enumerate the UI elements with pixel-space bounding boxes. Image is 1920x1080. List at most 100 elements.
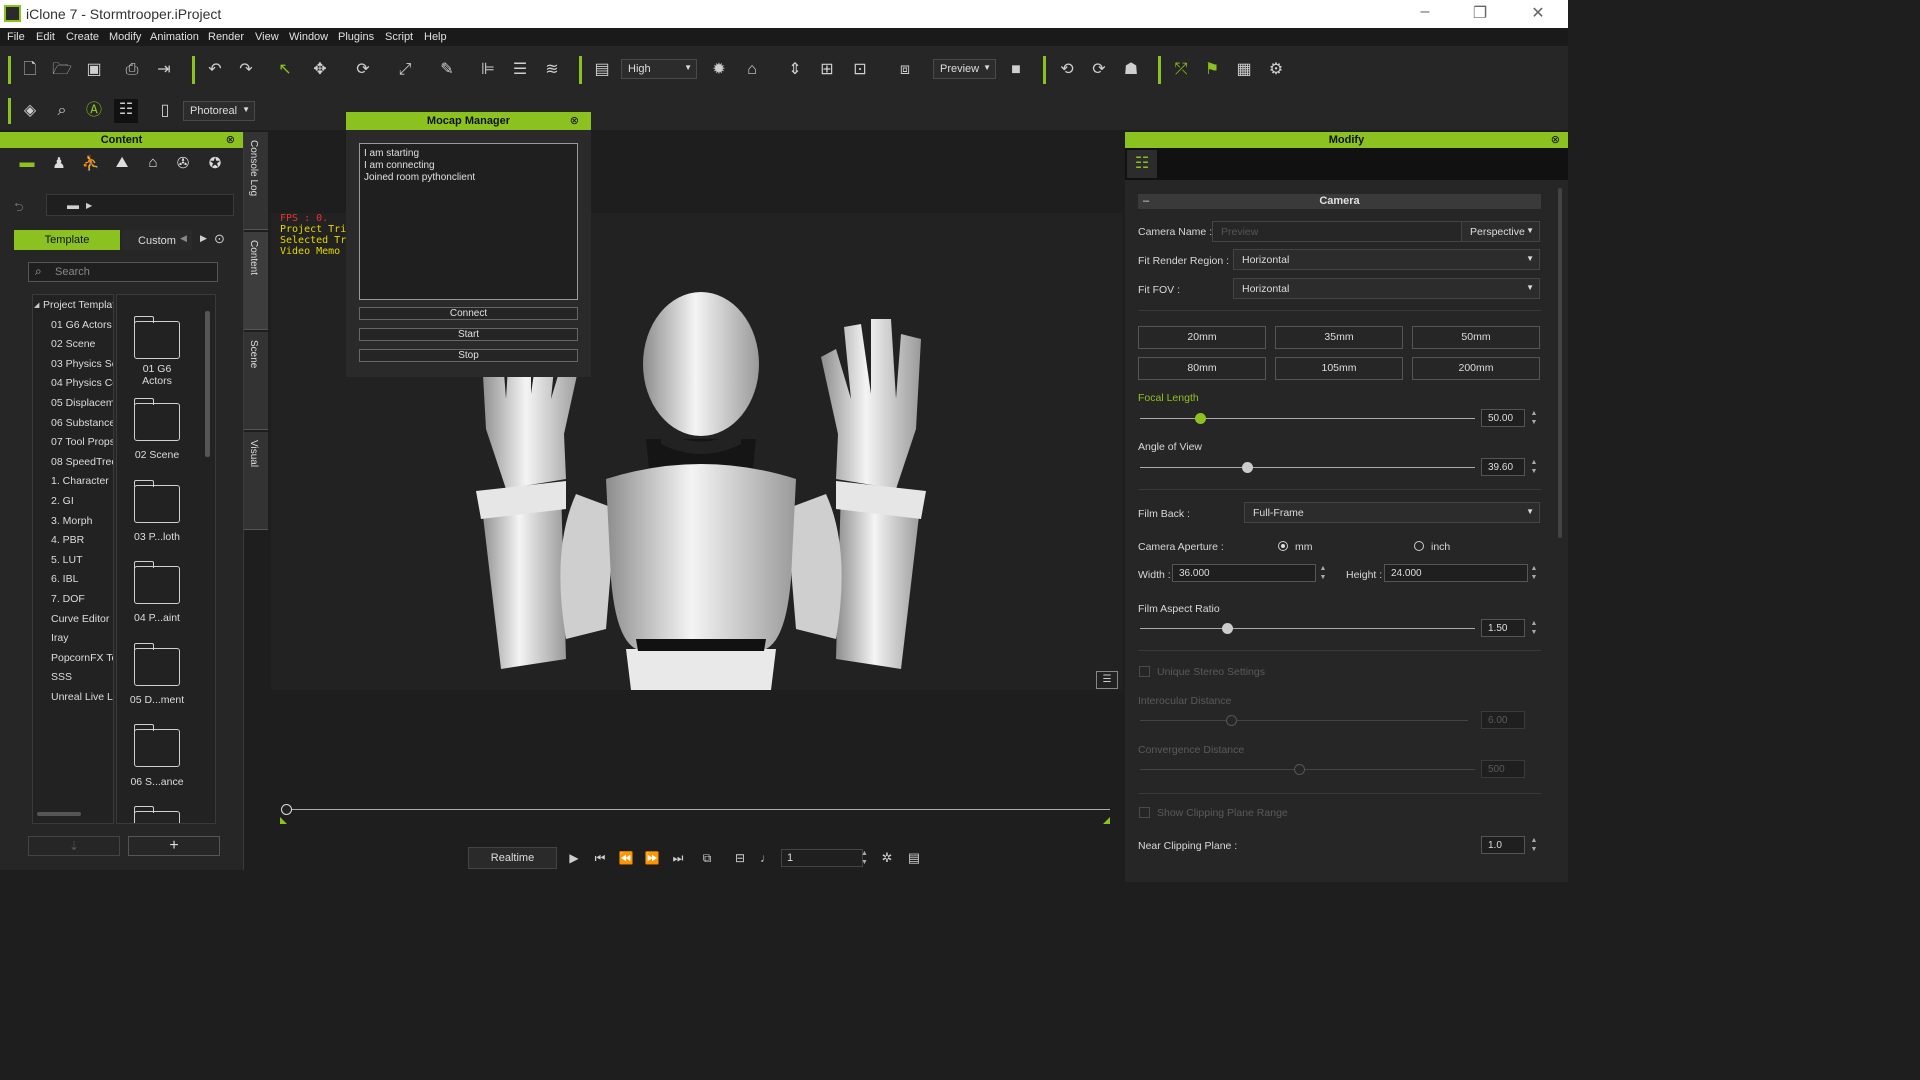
focal-length-input[interactable]: 50.00 xyxy=(1481,409,1525,427)
thumb-scrollbar[interactable] xyxy=(205,311,210,457)
menu-render[interactable]: Render xyxy=(208,31,244,43)
tree-item[interactable]: 04 Physics Cc xyxy=(51,377,113,389)
folder-icon[interactable] xyxy=(134,724,180,767)
slider-knob[interactable] xyxy=(1226,715,1237,726)
tree-item[interactable]: 3. Morph xyxy=(51,515,92,527)
tree-item[interactable]: SSS xyxy=(51,671,72,683)
tree-item[interactable]: 7. DOF xyxy=(51,593,85,605)
video-camera-icon[interactable]: ■ xyxy=(1005,59,1027,81)
stepper-icon[interactable]: ▲ ▼ xyxy=(1529,564,1539,582)
actor-icon[interactable]: ♟ xyxy=(48,154,70,174)
start-button[interactable]: Start xyxy=(359,328,578,341)
export-icon[interactable]: ⇥ xyxy=(153,59,175,81)
align-icon[interactable]: ⊫ xyxy=(477,59,499,81)
tree-item[interactable]: Curve Editor xyxy=(51,613,109,625)
settings-icon[interactable]: ✲ xyxy=(876,847,898,869)
lens-200mm-button[interactable]: 200mm xyxy=(1412,357,1540,380)
clipping-range-checkbox[interactable] xyxy=(1139,807,1150,818)
slider-knob[interactable] xyxy=(1222,623,1234,634)
modify-scrollbar[interactable] xyxy=(1558,188,1562,538)
tree-item[interactable]: PopcornFX To xyxy=(51,652,113,664)
tab-content[interactable]: Content xyxy=(244,232,268,330)
angle-of-view-slider[interactable] xyxy=(1140,462,1475,473)
stage-icon[interactable]: ⛰ xyxy=(111,154,133,174)
range-end-marker[interactable] xyxy=(1103,817,1110,824)
layout-icon[interactable]: ▤ xyxy=(591,59,613,81)
timeline-icon[interactable]: ▯ xyxy=(154,100,176,122)
tree-item[interactable]: 02 Scene xyxy=(51,338,95,350)
range-start-marker[interactable] xyxy=(280,817,287,824)
film-aspect-slider[interactable] xyxy=(1140,623,1475,634)
menu-window[interactable]: Window xyxy=(289,31,328,43)
connect-button[interactable]: Connect xyxy=(359,307,578,320)
skeleton-icon[interactable]: ☗ xyxy=(1120,59,1142,81)
quality-dropdown[interactable]: High ▼ xyxy=(621,59,697,79)
folder-icon[interactable] xyxy=(134,561,180,604)
close-icon[interactable]: ⊗ xyxy=(1551,132,1560,148)
close-icon[interactable]: ⊗ xyxy=(570,112,579,130)
loop-icon[interactable]: ⧉ xyxy=(696,847,718,869)
previous-frame-icon[interactable]: ⏪ xyxy=(615,847,637,869)
tree-item[interactable]: 6. IBL xyxy=(51,573,78,585)
media-icon[interactable]: ✇ xyxy=(172,154,194,174)
realtime-dropdown[interactable]: Realtime xyxy=(468,847,557,869)
slider-knob[interactable] xyxy=(1294,764,1305,775)
viewport-menu-icon[interactable]: ☰ xyxy=(1096,671,1118,689)
close-icon[interactable]: ✕ xyxy=(1523,3,1553,23)
select-arrow-icon[interactable]: ↖ xyxy=(274,59,296,81)
convergence-input[interactable]: 500 xyxy=(1481,760,1525,778)
add-button[interactable]: + xyxy=(128,836,220,856)
tree-item[interactable]: 2. GI xyxy=(51,495,74,507)
frame-icon[interactable]: ⧈ xyxy=(894,59,916,81)
settings-link-icon[interactable]: ⚙ xyxy=(1265,59,1287,81)
ik-icon[interactable]: ⟲ xyxy=(1056,59,1078,81)
go-to-start-icon[interactable]: ⏮ xyxy=(589,847,611,869)
menu-help[interactable]: Help xyxy=(424,31,447,43)
tree-item[interactable]: 07 Tool Props xyxy=(51,436,113,448)
fit-render-dropdown[interactable]: Horizontal ▼ xyxy=(1233,249,1540,270)
back-icon[interactable]: ⮌ xyxy=(14,198,24,219)
move-icon[interactable]: ✥ xyxy=(309,59,331,81)
menu-create[interactable]: Create xyxy=(66,31,99,43)
pick-parent-icon[interactable]: ✎ xyxy=(436,59,458,81)
menu-view[interactable]: View xyxy=(255,31,279,43)
camera-view-icon[interactable]: ⊡ xyxy=(849,59,871,81)
interocular-slider[interactable] xyxy=(1140,715,1468,726)
next-frame-icon[interactable]: ⏩ xyxy=(641,847,663,869)
set-icon[interactable]: ⌂ xyxy=(142,154,164,174)
camera-name-input[interactable]: Preview xyxy=(1212,221,1462,242)
folder-icon[interactable]: ▬ xyxy=(16,154,38,174)
folder-icon[interactable] xyxy=(134,480,180,523)
camera-section-header[interactable]: – Camera xyxy=(1138,194,1541,209)
search-input[interactable]: Search xyxy=(28,262,218,282)
unique-stereo-checkbox[interactable] xyxy=(1139,666,1150,677)
play-icon[interactable]: ▶ xyxy=(563,847,585,869)
lens-105mm-button[interactable]: 105mm xyxy=(1275,357,1403,380)
flag-icon[interactable]: ⚑ xyxy=(1201,59,1223,81)
new-file-icon[interactable]: 🗋 xyxy=(19,59,41,81)
options-icon[interactable]: ⊙ xyxy=(214,231,225,247)
collapse-icon[interactable]: ◢ xyxy=(34,301,39,309)
sliders-icon[interactable]: ☷ xyxy=(1127,150,1157,178)
menu-plugins[interactable]: Plugins xyxy=(338,31,374,43)
playhead[interactable] xyxy=(281,804,292,815)
menu-animation[interactable]: Animation xyxy=(150,31,199,43)
tree-item[interactable]: 08 SpeedTree xyxy=(51,456,113,468)
go-to-end-icon[interactable]: ⏭ xyxy=(667,847,689,869)
menu-edit[interactable]: Edit xyxy=(36,31,55,43)
distribute-icon[interactable]: ☰ xyxy=(509,59,531,81)
menu-file[interactable]: File xyxy=(7,31,25,43)
projection-dropdown[interactable]: Perspective ▼ xyxy=(1461,221,1540,242)
light-icon[interactable]: ✹ xyxy=(708,59,730,81)
menu-modify[interactable]: Modify xyxy=(109,31,141,43)
stepper-icon[interactable]: ▲ ▼ xyxy=(1529,619,1539,637)
home-camera-icon[interactable]: ⌂ xyxy=(741,59,763,81)
tab-visual[interactable]: Visual xyxy=(244,432,268,530)
stepper-icon[interactable]: ▲ ▼ xyxy=(1529,409,1539,427)
frame-input[interactable]: 1 xyxy=(781,849,863,867)
folder-icon[interactable] xyxy=(134,643,180,686)
zoom-extents-icon[interactable]: ⊞ xyxy=(816,59,838,81)
menu-script[interactable]: Script xyxy=(385,31,413,43)
chevron-right-icon[interactable]: ▶ xyxy=(200,233,207,244)
rotate-icon[interactable]: ⟳ xyxy=(352,59,374,81)
